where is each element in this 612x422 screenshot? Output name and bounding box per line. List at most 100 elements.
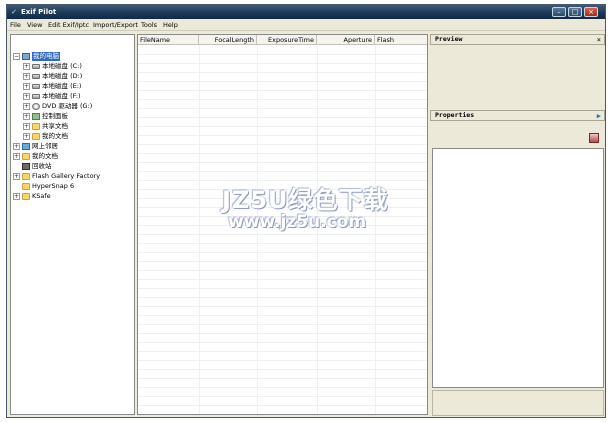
tree-node-shared-docs[interactable]: + 共享文档: [11, 122, 134, 131]
grid-row-line: [138, 126, 427, 127]
pin-icon[interactable]: ▶: [597, 112, 601, 120]
column-header-flash[interactable]: Flash: [375, 35, 427, 45]
title-bar[interactable]: ✓ Exif Pilot – □ ×: [7, 5, 605, 19]
tree-node-label: 本地磁盘 (C:): [42, 62, 82, 70]
folder-tree[interactable]: − 我的电脑 + 本地磁盘 (C:) + 本地磁盘 (D:) + 本地磁盘 (E…: [10, 34, 135, 415]
grid-row-line: [138, 315, 427, 316]
menu-bar: File View Edit Exif/Iptc Import/Export T…: [7, 19, 605, 31]
tree-node-dvd-drive[interactable]: + DVD 驱动器 (G:): [11, 102, 134, 111]
grid-row-line: [138, 63, 427, 64]
menu-view[interactable]: View: [27, 20, 42, 30]
grid-row-line: [138, 252, 427, 253]
tree-node-label: DVD 驱动器 (G:): [42, 102, 93, 110]
properties-header: Properties ▶: [430, 110, 605, 121]
tree-node-label: 本地磁盘 (E:): [42, 82, 82, 90]
column-header-filename[interactable]: FileName: [138, 35, 199, 45]
collapse-icon[interactable]: −: [13, 53, 20, 60]
preview-header: Preview ×: [430, 34, 605, 45]
grid-row-line: [138, 72, 427, 73]
menu-file[interactable]: File: [10, 20, 21, 30]
properties-title: Properties: [435, 111, 475, 119]
minimize-button[interactable]: –: [552, 7, 566, 17]
menu-edit-exif-iptc[interactable]: Edit Exif/Iptc: [48, 20, 89, 30]
grid-row-line: [138, 360, 427, 361]
grid-row-line: [138, 405, 427, 406]
menu-import-export[interactable]: Import/Export: [93, 20, 138, 30]
expand-icon[interactable]: +: [13, 173, 20, 180]
grid-row-line: [138, 243, 427, 244]
maximize-button[interactable]: □: [568, 7, 582, 17]
grid-row-line: [138, 108, 427, 109]
window-title: Exif Pilot: [21, 8, 57, 16]
grid-row-line: [138, 414, 428, 415]
close-button[interactable]: ×: [584, 7, 598, 17]
tree-node-ksafe[interactable]: + KSafe: [11, 192, 134, 201]
properties-description: [432, 390, 604, 416]
folder-icon: [32, 123, 40, 130]
properties-tool-icon[interactable]: [589, 133, 599, 143]
drive-icon: [32, 64, 40, 69]
tree-node-label: Flash Gallery Factory: [32, 172, 101, 180]
grid-row-line: [138, 180, 427, 181]
column-header-focallength[interactable]: FocalLength: [199, 35, 257, 45]
preview-title: Preview: [435, 35, 463, 43]
properties-toolbar: [430, 130, 605, 146]
side-panels: Preview × Properties ▶: [430, 34, 605, 417]
tree-node-hypersnap[interactable]: HyperSnap 6: [11, 182, 134, 191]
tree-node-drive-c[interactable]: + 本地磁盘 (C:): [11, 62, 134, 71]
expand-icon[interactable]: +: [23, 133, 30, 140]
expand-icon[interactable]: +: [23, 73, 30, 80]
tree-node-drive-d[interactable]: + 本地磁盘 (D:): [11, 72, 134, 81]
tree-node-drive-f[interactable]: + 本地磁盘 (F:): [11, 92, 134, 101]
expand-icon[interactable]: +: [13, 143, 20, 150]
grid-row-line: [138, 90, 427, 91]
tree-node-drive-e[interactable]: + 本地磁盘 (E:): [11, 82, 134, 91]
tree-node-recycle-bin[interactable]: 回收站: [11, 162, 134, 171]
close-icon[interactable]: ×: [597, 36, 601, 44]
network-icon: [22, 143, 30, 150]
grid-row-line: [138, 135, 427, 136]
expand-icon[interactable]: +: [23, 83, 30, 90]
grid-row-line: [138, 117, 427, 118]
tree-node-network[interactable]: + 网上邻居: [11, 142, 134, 151]
tree-node-control-panel[interactable]: + 控制面板: [11, 112, 134, 121]
grid-row-line: [138, 369, 427, 370]
tree-node-my-documents-root[interactable]: + 我的文档: [11, 152, 134, 161]
tree-node-label: 我的电脑: [32, 52, 60, 61]
expand-icon[interactable]: +: [23, 113, 30, 120]
column-header-exposuretime[interactable]: ExposureTime: [257, 35, 317, 45]
folder-icon: [22, 193, 30, 200]
drive-icon: [32, 84, 40, 89]
tree-node-my-documents[interactable]: + 我的文档: [11, 132, 134, 141]
expand-icon[interactable]: +: [13, 193, 20, 200]
tree-node-label: KSafe: [32, 192, 51, 200]
expand-icon[interactable]: +: [23, 93, 30, 100]
control-panel-icon: [32, 113, 40, 120]
watermark-url: www.jz5u.com: [228, 212, 367, 232]
grid-row-line: [138, 324, 427, 325]
tree-node-label: 回收站: [32, 162, 52, 170]
grid-row-line: [138, 234, 427, 235]
computer-icon: [22, 53, 30, 60]
expand-icon[interactable]: +: [13, 153, 20, 160]
menu-tools[interactable]: Tools: [141, 20, 157, 30]
grid-row-line: [138, 153, 427, 154]
expand-icon[interactable]: +: [23, 123, 30, 130]
watermark-logo: JZ5U绿色下载: [222, 186, 389, 214]
menu-help[interactable]: Help: [163, 20, 178, 30]
grid-row-line: [138, 378, 427, 379]
recycle-bin-icon: [22, 163, 30, 170]
folder-icon: [22, 183, 30, 190]
tree-node-label: 网上邻居: [32, 142, 58, 150]
dvd-icon: [32, 103, 40, 110]
expand-icon[interactable]: +: [23, 103, 30, 110]
grid-row-line: [138, 54, 427, 55]
expand-icon[interactable]: +: [23, 63, 30, 70]
tree-node-flash-gallery-factory[interactable]: + Flash Gallery Factory: [11, 172, 134, 181]
grid-row-line: [138, 81, 427, 82]
preview-area: [430, 45, 605, 108]
tree-node-my-computer[interactable]: − 我的电脑: [11, 52, 134, 61]
drive-icon: [32, 94, 40, 99]
properties-grid[interactable]: [432, 148, 604, 388]
column-header-aperture[interactable]: Aperture: [317, 35, 375, 45]
